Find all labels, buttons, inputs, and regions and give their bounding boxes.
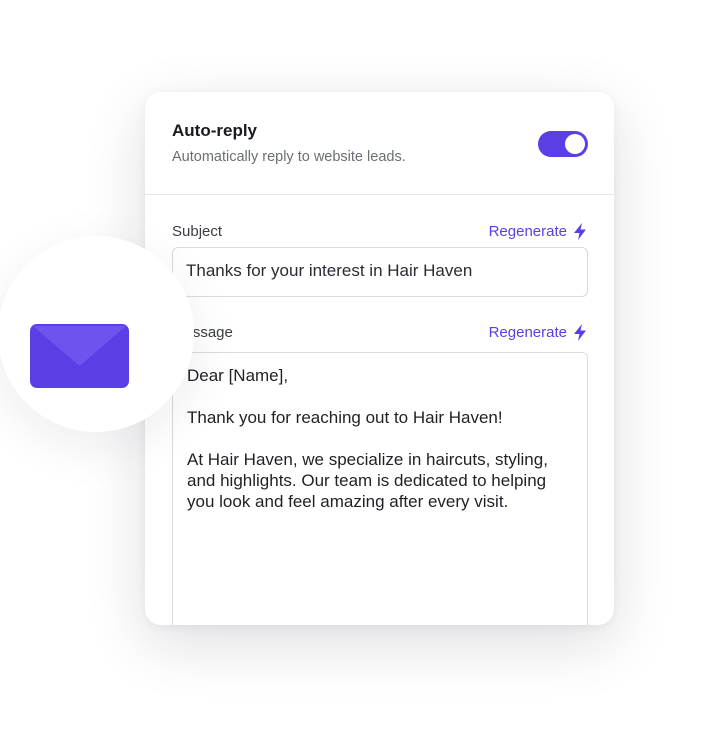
- message-paragraph: At Hair Haven, we specialize in haircuts…: [187, 450, 548, 511]
- autoreply-card: Auto-reply Automatically reply to websit…: [145, 92, 614, 625]
- message-regenerate-label: Regenerate: [488, 324, 567, 341]
- autoreply-title: Auto-reply: [172, 121, 257, 140]
- message-body: Dear [Name], Thank you for reaching out …: [187, 365, 577, 533]
- subject-input[interactable]: Thanks for your interest in Hair Haven: [172, 247, 588, 297]
- toggle-knob: [565, 134, 585, 154]
- message-paragraph: Dear [Name],: [187, 366, 289, 385]
- subject-label: Subject: [172, 223, 223, 240]
- subject-regenerate-button[interactable]: Regenerate: [489, 223, 587, 240]
- message-paragraph: Thank you for reaching out to Hair Haven…: [187, 408, 503, 427]
- autoreply-header: Auto-reply Automatically reply to websit…: [145, 92, 614, 195]
- envelope-icon: [30, 324, 129, 388]
- lightning-bolt-icon: [574, 324, 586, 341]
- subject-regenerate-label: Regenerate: [488, 223, 567, 240]
- message-regenerate-button[interactable]: Regenerate: [489, 324, 587, 341]
- subject-value: Thanks for your interest in Hair Haven: [186, 261, 473, 280]
- stage: Auto-reply Automatically reply to websit…: [0, 0, 715, 734]
- autoreply-toggle[interactable]: [538, 131, 588, 157]
- autoreply-description: Automatically reply to website leads.: [172, 149, 406, 165]
- message-textarea[interactable]: Dear [Name], Thank you for reaching out …: [172, 352, 588, 625]
- lightning-bolt-icon: [574, 223, 586, 240]
